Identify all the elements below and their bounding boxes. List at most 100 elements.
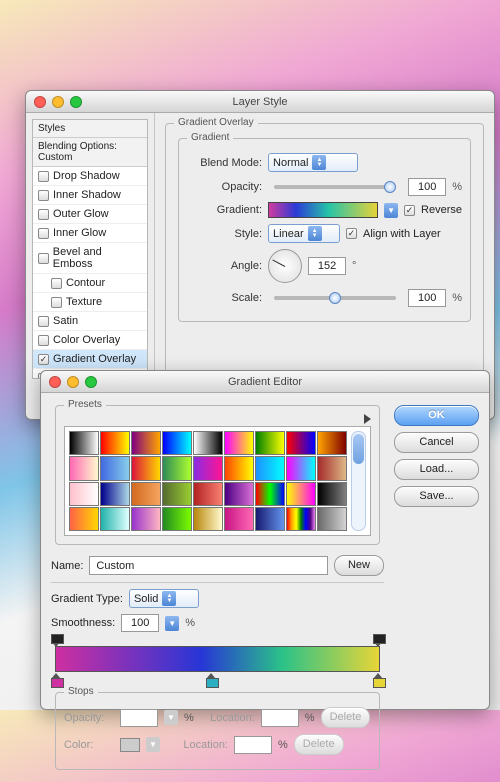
preset-swatch[interactable] xyxy=(286,507,316,531)
preset-swatch[interactable] xyxy=(100,507,130,531)
style-item-label: Satin xyxy=(53,315,78,327)
preset-swatch[interactable] xyxy=(286,431,316,455)
layer-style-titlebar[interactable]: Layer Style xyxy=(26,91,494,113)
style-item-drop-shadow[interactable]: Drop Shadow xyxy=(33,167,147,186)
checkbox-icon[interactable] xyxy=(38,316,49,327)
preset-swatch[interactable] xyxy=(193,507,223,531)
preset-swatch[interactable] xyxy=(193,456,223,480)
align-checkbox[interactable]: ✓ xyxy=(346,228,357,239)
preset-swatch[interactable] xyxy=(317,507,347,531)
preset-swatch[interactable] xyxy=(317,456,347,480)
blending-options-header[interactable]: Blending Options: Custom xyxy=(33,138,147,167)
color-stop[interactable] xyxy=(206,673,217,686)
preset-swatch[interactable] xyxy=(286,456,316,480)
style-item-inner-shadow[interactable]: Inner Shadow xyxy=(33,186,147,205)
preset-swatch[interactable] xyxy=(162,456,192,480)
opacity-slider[interactable] xyxy=(274,185,396,189)
checkbox-icon[interactable] xyxy=(51,297,62,308)
color-stop[interactable] xyxy=(373,673,384,686)
checkbox-icon[interactable]: ✓ xyxy=(38,354,49,365)
preset-swatch[interactable] xyxy=(162,507,192,531)
preset-swatch[interactable] xyxy=(69,456,99,480)
load-button[interactable]: Load... xyxy=(394,459,479,480)
preset-swatch[interactable] xyxy=(100,431,130,455)
preset-swatch[interactable] xyxy=(100,456,130,480)
blend-mode-select[interactable]: Normal ▲▼ xyxy=(268,153,358,172)
preset-swatch[interactable] xyxy=(193,431,223,455)
style-item-label: Gradient Overlay xyxy=(53,353,136,365)
style-item-color-overlay[interactable]: Color Overlay xyxy=(33,331,147,350)
angle-input[interactable] xyxy=(308,257,346,275)
opacity-input[interactable] xyxy=(408,178,446,196)
style-item-label: Inner Shadow xyxy=(53,189,121,201)
gradient-type-select[interactable]: Solid ▲▼ xyxy=(129,589,199,608)
preset-swatch[interactable] xyxy=(69,431,99,455)
angle-wheel[interactable] xyxy=(268,249,302,283)
checkbox-icon[interactable] xyxy=(38,335,49,346)
gradient-editor-titlebar[interactable]: Gradient Editor xyxy=(41,371,489,393)
gradient-bar[interactable] xyxy=(55,646,380,672)
blend-mode-label: Blend Mode: xyxy=(187,157,262,169)
style-item-outer-glow[interactable]: Outer Glow xyxy=(33,205,147,224)
scale-input[interactable] xyxy=(408,289,446,307)
style-item-contour[interactable]: Contour xyxy=(33,274,147,293)
preset-swatch[interactable] xyxy=(193,482,223,506)
style-value: Linear xyxy=(273,228,304,240)
checkbox-icon[interactable] xyxy=(38,228,49,239)
name-input[interactable] xyxy=(89,556,328,575)
opacity-stop[interactable] xyxy=(373,634,384,647)
updown-icon: ▲▼ xyxy=(162,591,176,606)
cancel-button[interactable]: Cancel xyxy=(394,432,479,453)
preset-swatch[interactable] xyxy=(69,507,99,531)
save-button[interactable]: Save... xyxy=(394,486,479,507)
style-item-label: Texture xyxy=(66,296,102,308)
preset-swatch[interactable] xyxy=(255,482,285,506)
preset-swatch[interactable] xyxy=(131,456,161,480)
styles-header[interactable]: Styles xyxy=(33,120,147,138)
preset-swatch[interactable] xyxy=(317,431,347,455)
scale-label: Scale: xyxy=(187,292,262,304)
preset-swatch[interactable] xyxy=(69,482,99,506)
preset-swatch[interactable] xyxy=(255,431,285,455)
preset-swatch[interactable] xyxy=(255,507,285,531)
gradient-preview[interactable] xyxy=(268,202,378,218)
stops-legend: Stops xyxy=(64,686,98,697)
preset-swatch[interactable] xyxy=(131,507,161,531)
preset-swatch[interactable] xyxy=(131,482,161,506)
checkbox-icon[interactable] xyxy=(38,190,49,201)
opacity-stop[interactable] xyxy=(51,634,62,647)
preset-swatch[interactable] xyxy=(224,456,254,480)
style-item-gradient-overlay[interactable]: ✓ Gradient Overlay xyxy=(33,350,147,369)
style-item-inner-glow[interactable]: Inner Glow xyxy=(33,224,147,243)
preset-swatch[interactable] xyxy=(131,431,161,455)
preset-swatch[interactable] xyxy=(255,456,285,480)
checkbox-icon[interactable] xyxy=(38,209,49,220)
preset-swatch[interactable] xyxy=(100,482,130,506)
style-item-texture[interactable]: Texture xyxy=(33,293,147,312)
presets-menu-icon[interactable] xyxy=(364,414,371,424)
checkbox-icon[interactable] xyxy=(38,171,49,182)
preset-swatch[interactable] xyxy=(224,482,254,506)
presets-scrollbar[interactable] xyxy=(351,431,366,531)
preset-swatch[interactable] xyxy=(286,482,316,506)
preset-swatch[interactable] xyxy=(224,507,254,531)
style-item-satin[interactable]: Satin xyxy=(33,312,147,331)
checkbox-icon[interactable] xyxy=(51,278,62,289)
new-button[interactable]: New xyxy=(334,555,384,576)
style-select[interactable]: Linear ▲▼ xyxy=(268,224,340,243)
stop-location2-input xyxy=(234,736,272,754)
scale-slider[interactable] xyxy=(274,296,396,300)
preset-swatch[interactable] xyxy=(317,482,347,506)
style-item-bevel-and-emboss[interactable]: Bevel and Emboss xyxy=(33,243,147,274)
ok-button[interactable]: OK xyxy=(394,405,479,426)
chevron-down-icon[interactable]: ▼ xyxy=(384,203,398,218)
color-stop[interactable] xyxy=(51,673,62,686)
preset-swatch[interactable] xyxy=(162,482,192,506)
chevron-down-icon: ▼ xyxy=(164,710,178,725)
preset-swatch[interactable] xyxy=(224,431,254,455)
checkbox-icon[interactable] xyxy=(38,253,49,264)
chevron-down-icon[interactable]: ▼ xyxy=(165,616,179,631)
smoothness-input[interactable] xyxy=(121,614,159,632)
preset-swatch[interactable] xyxy=(162,431,192,455)
reverse-checkbox[interactable]: ✓ xyxy=(404,205,415,216)
